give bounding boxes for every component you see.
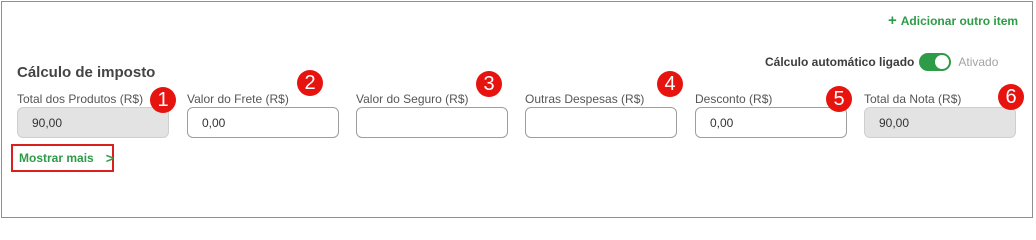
toggle-knob [935, 55, 950, 69]
plus-icon: + [888, 12, 897, 29]
other-expenses-field[interactable] [525, 107, 677, 138]
chevron-right-icon: > [105, 150, 114, 166]
total-products-field: 90,00 [17, 107, 169, 138]
add-item-button[interactable]: + Adicionar outro item [888, 12, 1019, 29]
other-expenses-label: Outras Despesas (R$) [525, 92, 645, 106]
discount-field[interactable]: 0,00 [695, 107, 847, 138]
insurance-field[interactable] [356, 107, 508, 138]
tax-calculation-panel: + Adicionar outro item Cálculo de impost… [1, 1, 1033, 218]
total-products-label: Total dos Produtos (R$) [17, 92, 144, 106]
step-badge-4: 4 [657, 71, 683, 97]
auto-calc-control: Cálculo automático ligado Ativado [765, 53, 998, 71]
discount-label: Desconto (R$) [695, 92, 773, 106]
invoice-total-field: 90,00 [864, 107, 1016, 138]
freight-label: Valor do Frete (R$) [187, 92, 289, 106]
invoice-total-label: Total da Nota (R$) [864, 92, 962, 106]
auto-calc-label: Cálculo automático ligado [765, 55, 915, 69]
step-badge-2: 2 [297, 70, 323, 96]
show-more-link[interactable]: Mostrar mais > [11, 144, 114, 172]
step-badge-1: 1 [150, 87, 176, 113]
auto-calc-state: Ativado [958, 55, 999, 69]
insurance-label: Valor do Seguro (R$) [356, 92, 469, 106]
show-more-label: Mostrar mais [19, 151, 94, 165]
step-badge-6: 6 [998, 84, 1024, 110]
step-badge-3: 3 [476, 71, 502, 97]
add-item-label: Adicionar outro item [900, 14, 1019, 28]
auto-calc-toggle[interactable] [919, 53, 952, 71]
step-badge-5: 5 [826, 86, 852, 112]
section-title: Cálculo de imposto [17, 64, 156, 81]
freight-field[interactable]: 0,00 [187, 107, 339, 138]
